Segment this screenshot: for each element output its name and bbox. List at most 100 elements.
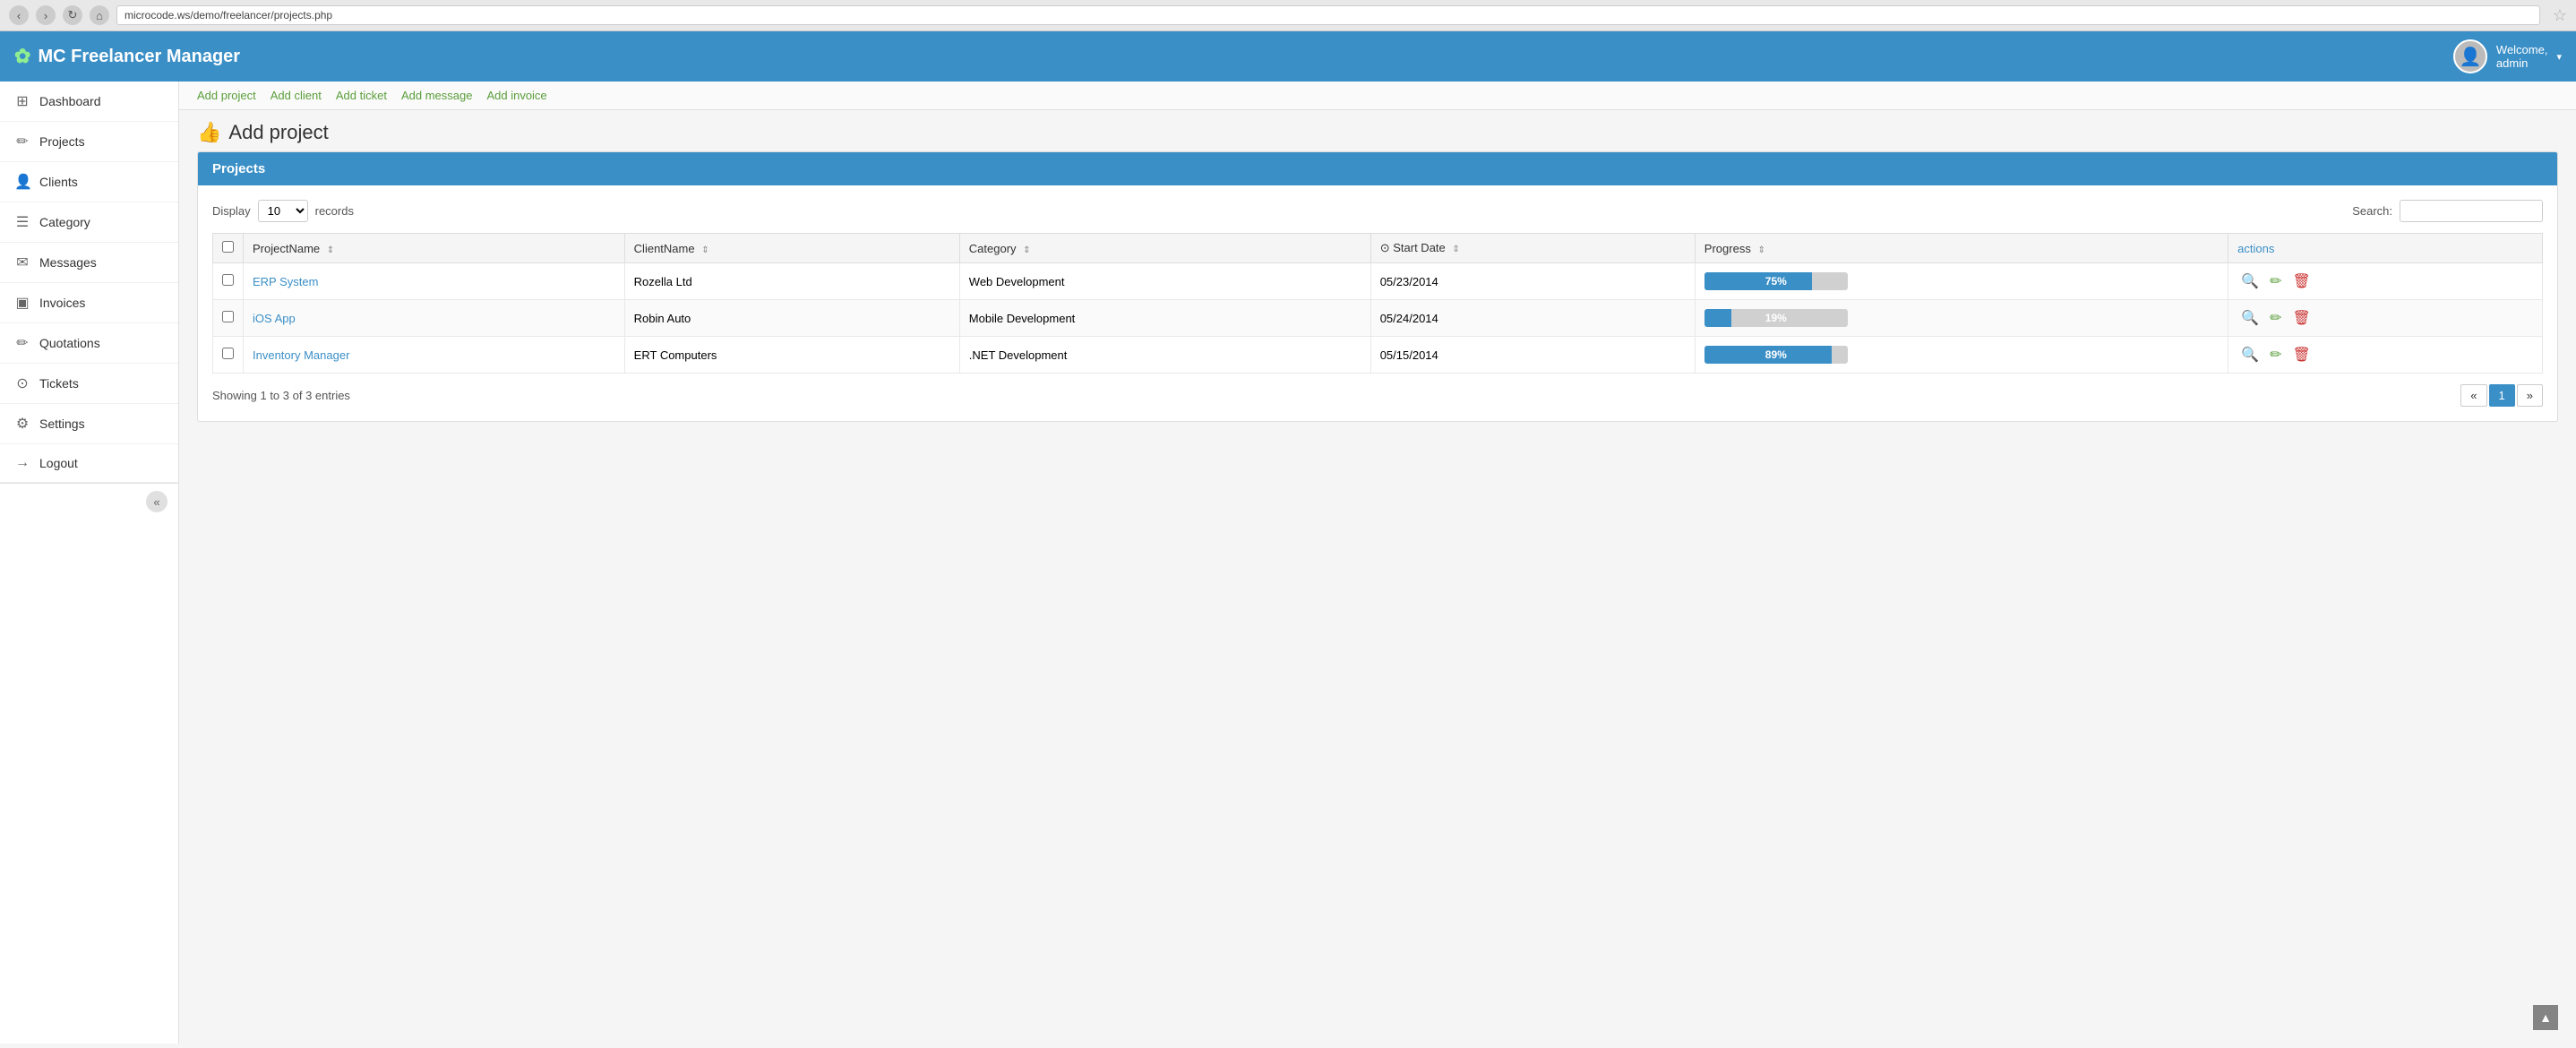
quick-link-add-invoice[interactable]: Add invoice <box>486 89 546 102</box>
client-name-cell: ERT Computers <box>624 337 959 374</box>
projects-table: ProjectName ⇕ ClientName ⇕ Category ⇕ <box>212 233 2543 374</box>
clock-icon: ⊙ <box>1380 241 1390 254</box>
edit-button[interactable]: ✏ <box>2266 307 2285 329</box>
start-date-sort-icon[interactable]: ⇕ <box>1452 245 1459 254</box>
avatar: 👤 <box>2453 39 2487 73</box>
sidebar-item-invoices[interactable]: ▣ Invoices <box>0 283 178 323</box>
row-checkbox[interactable] <box>222 311 234 322</box>
edit-button[interactable]: ✏ <box>2266 344 2285 365</box>
delete-button[interactable]: 🗑 <box>2289 307 2314 329</box>
sidebar-collapse-button[interactable]: « <box>146 491 167 512</box>
category-sort-icon[interactable]: ⇕ <box>1023 245 1030 255</box>
tickets-icon: ⊙ <box>14 374 30 392</box>
pagination: « 1 » <box>2460 384 2543 407</box>
display-control: Display 10 25 50 100 records <box>212 200 354 222</box>
sidebar-item-logout[interactable]: → Logout <box>0 444 178 483</box>
table-footer: Showing 1 to 3 of 3 entries « 1 » <box>212 384 2543 407</box>
app-layout: ⊞ Dashboard ✏ Projects 👤 Clients ☰ Categ… <box>0 82 2576 1044</box>
client-name-cell: Robin Auto <box>624 300 959 337</box>
project-name-link[interactable]: ERP System <box>253 275 318 288</box>
row-checkbox-cell <box>213 263 244 300</box>
col-start-date-label: Start Date <box>1393 241 1446 254</box>
actions-cell: 🔍✏🗑 <box>2228 263 2543 300</box>
address-bar[interactable]: microcode.ws/demo/freelancer/projects.ph… <box>116 5 2540 25</box>
view-button[interactable]: 🔍 <box>2237 307 2263 329</box>
row-checkbox-cell <box>213 300 244 337</box>
sidebar-item-tickets[interactable]: ⊙ Tickets <box>0 364 178 404</box>
sidebar-label-invoices: Invoices <box>39 296 85 310</box>
scroll-to-top-button[interactable]: ▲ <box>2533 1005 2558 1030</box>
records-per-page-select[interactable]: 10 25 50 100 <box>258 200 308 222</box>
start-date-cell: 05/23/2014 <box>1370 263 1695 300</box>
sidebar-label-clients: Clients <box>39 175 78 189</box>
sidebar-item-projects[interactable]: ✏ Projects <box>0 122 178 162</box>
view-button[interactable]: 🔍 <box>2237 271 2263 292</box>
delete-button[interactable]: 🗑 <box>2289 271 2314 292</box>
back-button[interactable]: ‹ <box>9 5 29 25</box>
brand-name: MC Freelancer Manager <box>38 47 240 67</box>
select-all-checkbox[interactable] <box>222 241 234 253</box>
page-title: Add project <box>228 121 328 144</box>
progress-cell: 75% <box>1695 263 2228 300</box>
quotations-icon: ✏ <box>14 334 30 352</box>
sidebar-label-logout: Logout <box>39 456 78 470</box>
records-label: records <box>315 204 354 218</box>
bookmark-icon[interactable]: ☆ <box>2553 6 2567 25</box>
col-project-name: ProjectName ⇕ <box>244 234 625 263</box>
heading-icon: 👍 <box>197 121 221 144</box>
row-checkbox[interactable] <box>222 274 234 286</box>
next-page-button[interactable]: » <box>2517 384 2543 407</box>
sidebar-label-category: Category <box>39 215 90 229</box>
quick-link-add-project[interactable]: Add project <box>197 89 256 102</box>
home-button[interactable]: ⌂ <box>90 5 109 25</box>
sidebar-item-clients[interactable]: 👤 Clients <box>0 162 178 202</box>
sidebar-item-dashboard[interactable]: ⊞ Dashboard <box>0 82 178 122</box>
quick-link-add-message[interactable]: Add message <box>401 89 473 102</box>
sidebar: ⊞ Dashboard ✏ Projects 👤 Clients ☰ Categ… <box>0 82 179 1044</box>
project-name-cell: ERP System <box>244 263 625 300</box>
edit-button[interactable]: ✏ <box>2266 271 2285 292</box>
page-1-button[interactable]: 1 <box>2489 384 2515 407</box>
user-area[interactable]: 👤 Welcome, admin ▾ <box>2453 39 2562 73</box>
search-input[interactable] <box>2400 200 2543 222</box>
clients-icon: 👤 <box>14 173 30 191</box>
user-dropdown-arrow[interactable]: ▾ <box>2556 51 2562 63</box>
forward-button[interactable]: › <box>36 5 56 25</box>
category-icon: ☰ <box>14 213 30 231</box>
reload-button[interactable]: ↻ <box>63 5 82 25</box>
panel-body: Display 10 25 50 100 records Search: <box>198 185 2557 421</box>
actions-cell: 🔍✏🗑 <box>2228 300 2543 337</box>
quick-links-bar: Add project Add client Add ticket Add me… <box>179 82 2576 110</box>
progress-cell: 89% <box>1695 337 2228 374</box>
table-controls: Display 10 25 50 100 records Search: <box>212 200 2543 222</box>
logout-icon: → <box>14 455 30 471</box>
table-row: iOS AppRobin AutoMobile Development05/24… <box>213 300 2543 337</box>
showing-text: Showing 1 to 3 of 3 entries <box>212 389 350 402</box>
client-name-cell: Rozella Ltd <box>624 263 959 300</box>
quick-link-add-ticket[interactable]: Add ticket <box>336 89 387 102</box>
quick-link-add-client[interactable]: Add client <box>270 89 322 102</box>
browser-chrome: ‹ › ↻ ⌂ microcode.ws/demo/freelancer/pro… <box>0 0 2576 31</box>
col-project-name-label: ProjectName <box>253 242 320 255</box>
brand: ✿ MC Freelancer Manager <box>14 45 240 68</box>
sidebar-item-settings[interactable]: ⚙ Settings <box>0 404 178 444</box>
project-name-link[interactable]: iOS App <box>253 312 296 325</box>
project-name-link[interactable]: Inventory Manager <box>253 348 349 362</box>
sidebar-label-tickets: Tickets <box>39 376 79 391</box>
row-checkbox[interactable] <box>222 348 234 359</box>
projects-icon: ✏ <box>14 133 30 150</box>
sidebar-item-messages[interactable]: ✉ Messages <box>0 243 178 283</box>
sidebar-label-settings: Settings <box>39 417 85 431</box>
prev-page-button[interactable]: « <box>2460 384 2486 407</box>
client-name-sort-icon[interactable]: ⇕ <box>701 245 708 255</box>
delete-button[interactable]: 🗑 <box>2289 344 2314 365</box>
sidebar-item-category[interactable]: ☰ Category <box>0 202 178 243</box>
view-button[interactable]: 🔍 <box>2237 344 2263 365</box>
project-name-sort-icon[interactable]: ⇕ <box>327 245 334 255</box>
col-actions: actions <box>2228 234 2543 263</box>
progress-sort-icon[interactable]: ⇕ <box>1757 245 1765 255</box>
sidebar-label-messages: Messages <box>39 255 97 270</box>
start-date-cell: 05/15/2014 <box>1370 337 1695 374</box>
settings-icon: ⚙ <box>14 415 30 433</box>
sidebar-item-quotations[interactable]: ✏ Quotations <box>0 323 178 364</box>
